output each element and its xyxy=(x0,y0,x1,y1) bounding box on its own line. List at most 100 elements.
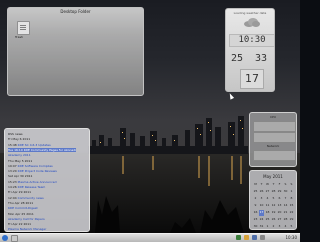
calendar-day[interactable]: 2 xyxy=(253,196,258,202)
calendar-day[interactable]: 3 xyxy=(259,196,264,202)
feed-item[interactable]: Mon Apr 25 2011 xyxy=(8,212,34,216)
feed-item-link[interactable]: KDE Community Pages for Akonadi xyxy=(23,148,76,152)
calendar-day[interactable]: 30 xyxy=(253,224,258,230)
clock-display: 10:30 xyxy=(229,34,275,47)
calendar-day[interactable]: 27 xyxy=(265,189,270,195)
calendar-day[interactable]: 1 xyxy=(289,189,294,195)
calendar-day[interactable]: 13 xyxy=(277,203,282,209)
feed-item[interactable]: Thu May 5 2011 xyxy=(8,159,32,163)
feed-item[interactable]: 14:26 KDE Release Team xyxy=(8,185,45,189)
calendar-day[interactable]: 29 xyxy=(277,189,282,195)
calendar-day[interactable]: 2 xyxy=(271,224,276,230)
feed-item[interactable]: Sat Apr 30 2011 xyxy=(8,174,32,178)
feed-item[interactable]: Fri Apr 29 2011 xyxy=(8,190,31,194)
feed-item-link[interactable]: Akademy 2011 xyxy=(8,153,31,157)
system-monitor-widget[interactable]: CPU Network xyxy=(249,112,297,167)
feed-item-link[interactable]: KDE SC 4.6.3 Updates xyxy=(17,143,51,147)
notifications-icon[interactable] xyxy=(260,235,265,240)
taskbar-clock[interactable]: 10:30 xyxy=(285,235,297,240)
calendar-day[interactable]: 1 xyxy=(265,224,270,230)
calendar-day[interactable]: 10 xyxy=(259,203,264,209)
calendar-day[interactable]: 27 xyxy=(277,217,282,223)
feed-item-link[interactable]: KDE Commit-Digest xyxy=(8,206,38,210)
feed-item[interactable]: Tue 16:10 KDE Community Pages for Akonad… xyxy=(8,147,76,152)
cpu-graph xyxy=(253,121,296,132)
calendar-day[interactable]: 5 xyxy=(289,224,294,230)
feed-item-link[interactable]: Akademy Call for Papers xyxy=(8,217,45,221)
calendar-day[interactable]: 6 xyxy=(277,196,282,202)
network-graph xyxy=(253,150,296,161)
feed-item[interactable]: 12:04 Community news xyxy=(8,196,44,200)
calendar-day[interactable]: 25 xyxy=(265,217,270,223)
trash-icon[interactable] xyxy=(17,21,30,35)
calendar-day[interactable]: 28 xyxy=(283,217,288,223)
calendar-weekday-header: W xyxy=(266,182,269,186)
calendar-day[interactable]: 9 xyxy=(253,203,258,209)
calendar-day[interactable]: 26 xyxy=(259,189,264,195)
temp-low: 33 xyxy=(255,53,268,64)
trash-label[interactable]: Trash xyxy=(15,35,23,39)
network-label: Network xyxy=(266,144,280,148)
calendar-day[interactable]: 17 xyxy=(259,210,264,216)
feed-item[interactable]: 15:48 KDE SC 4.6.3 Updates xyxy=(8,143,51,147)
calendar-day[interactable]: 4 xyxy=(265,196,270,202)
feed-item[interactable]: 19:07 KDE Software Compiles xyxy=(8,164,53,168)
calendar-day[interactable]: 21 xyxy=(283,210,288,216)
calendar-day[interactable]: 25 xyxy=(253,189,258,195)
news-feed-widget[interactable]: RSS news Fri May 6 2011 15:48 KDE SC 4.6.3… xyxy=(4,128,90,232)
calendar-month[interactable]: May 2011 xyxy=(250,174,296,179)
calendar-day[interactable]: 29 xyxy=(289,217,294,223)
feed-item[interactable]: 15:23 Plasma Active Announced xyxy=(8,180,57,184)
feed-item[interactable]: 13:20 KDE Project Code Reviews xyxy=(8,169,57,173)
calendar-day[interactable]: 28 xyxy=(271,189,276,195)
feed-item[interactable]: Akademy 2011 xyxy=(8,153,31,157)
calendar-day[interactable]: 26 xyxy=(271,217,276,223)
calendar-day[interactable]: 11 xyxy=(265,203,270,209)
calendar-day[interactable]: 3 xyxy=(277,224,282,230)
feed-item-meta: 15:48 xyxy=(8,142,17,147)
calendar-day[interactable]: 19 xyxy=(271,210,276,216)
calendar-day[interactable]: 15 xyxy=(289,203,294,209)
feed-item-link[interactable]: KDE Project Code Reviews xyxy=(17,169,57,173)
feed-item-meta: 14:26 xyxy=(8,185,17,189)
feed-item-link[interactable]: Plasma Active Announced xyxy=(17,180,57,184)
calendar-widget[interactable]: May 2011 M T W T F S S 25 26 27 28 29 30 1 2 3 4 5 6 7 8 9 10 1… xyxy=(249,170,297,230)
calendar-day[interactable]: 22 xyxy=(289,210,294,216)
kde-menu-icon[interactable] xyxy=(2,235,8,241)
sysmon-title: CPU xyxy=(269,115,277,119)
feed-item[interactable]: Akademy Call for Papers xyxy=(8,217,45,221)
calendar-day[interactable]: 8 xyxy=(289,196,294,202)
calendar-day[interactable]: 16 xyxy=(253,210,258,216)
folder-view-widget[interactable]: Desktop Folder Trash xyxy=(7,7,144,96)
calendar-day[interactable]: 30 xyxy=(283,189,288,195)
battery-icon[interactable] xyxy=(244,235,249,240)
calendar-day[interactable]: 18 xyxy=(265,210,270,216)
weather-widget[interactable]: Loading weather data 10:30 25 33 17 xyxy=(225,8,275,92)
volume-icon[interactable] xyxy=(252,235,257,240)
temp-high: 25 xyxy=(231,53,244,64)
feed-item-link[interactable]: KDE Software Compiles xyxy=(17,164,53,168)
feed-item[interactable]: KDE Commit-Digest xyxy=(8,206,38,210)
calendar-day[interactable]: 4 xyxy=(283,224,288,230)
calendar-day[interactable]: 24 xyxy=(259,217,264,223)
calendar-day[interactable]: 20 xyxy=(277,210,282,216)
calendar-day[interactable]: 7 xyxy=(283,196,288,202)
calendar-day[interactable]: 12 xyxy=(271,203,276,209)
feed-item-link[interactable]: KDE Release Team xyxy=(17,185,46,189)
feed-item[interactable]: Fri May 6 2011 xyxy=(8,137,30,141)
feed-item-link[interactable]: Community news xyxy=(17,196,44,200)
calendar-day[interactable]: 23 xyxy=(253,217,258,223)
feed-item-meta: Fri Apr 22 2011 xyxy=(8,222,32,227)
calendar-day[interactable]: 5 xyxy=(271,196,276,202)
calendar-weekday-header: T xyxy=(260,182,263,186)
calendar-weekday-header: S xyxy=(284,182,287,186)
calendar-day[interactable]: 14 xyxy=(283,203,288,209)
feed-item-link[interactable]: Plasma Network Manager xyxy=(8,227,46,231)
network-icon[interactable] xyxy=(236,235,241,240)
feed-item-meta: Sat Apr 30 2011 xyxy=(8,174,33,179)
feed-item[interactable]: Fri Apr 22 2011 xyxy=(8,222,31,226)
calendar-day[interactable]: 31 xyxy=(259,224,264,230)
feed-item[interactable]: Thu Apr 28 2011 xyxy=(8,201,33,205)
feed-item[interactable]: Plasma Network Manager xyxy=(8,227,46,231)
feed-item[interactable]: RSS news xyxy=(8,132,23,136)
